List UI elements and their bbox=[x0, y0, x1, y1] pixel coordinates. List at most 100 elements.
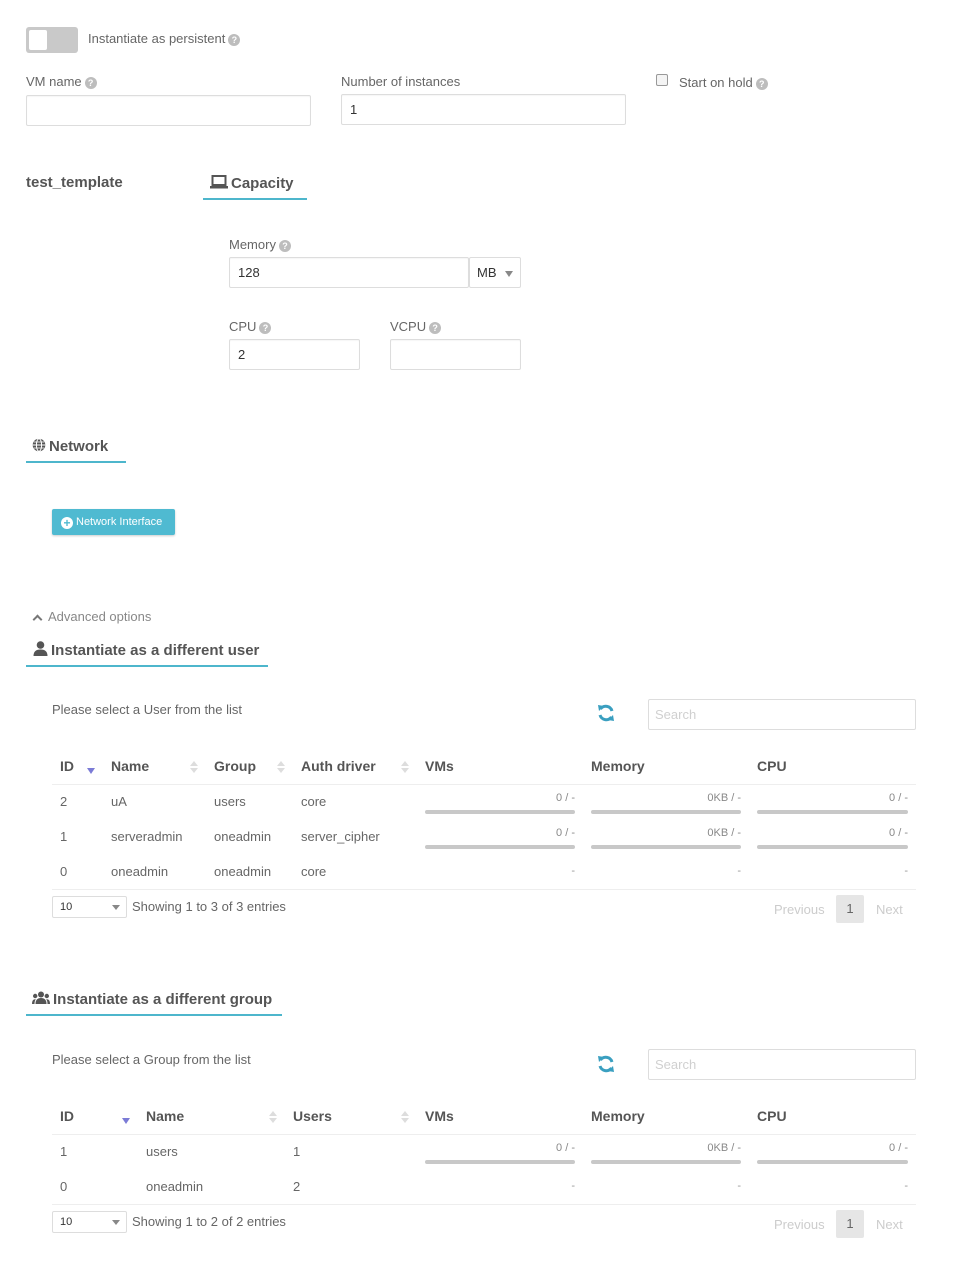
memory-quota-cell: 0KB / - bbox=[583, 819, 749, 854]
user-next-button[interactable]: Next bbox=[876, 902, 903, 917]
column-header-label: Auth driver bbox=[301, 757, 376, 774]
instances-label: Number of instances bbox=[341, 74, 461, 89]
column-header-id[interactable]: ID bbox=[52, 1098, 138, 1135]
sort-icon bbox=[190, 761, 198, 773]
column-header-label: ID bbox=[60, 1107, 74, 1124]
name-cell: oneadmin bbox=[138, 1169, 285, 1205]
cpu-quota-cell: 0 / - bbox=[749, 819, 916, 854]
capacity-title: Capacity bbox=[203, 175, 307, 200]
group-page-1-button[interactable]: 1 bbox=[836, 1210, 864, 1238]
user-search-input[interactable] bbox=[648, 699, 916, 730]
start-on-hold-label: Start on hold? bbox=[679, 75, 768, 90]
cpu-quota-cell: 0 / - bbox=[749, 784, 916, 819]
group-table-info: Showing 1 to 2 of 2 entries bbox=[132, 1214, 286, 1229]
column-header-cpu: CPU bbox=[749, 1098, 916, 1135]
cpu-quota-cell: - bbox=[749, 854, 916, 890]
name-cell: oneadmin bbox=[103, 854, 206, 890]
name-cell: serveradmin bbox=[111, 829, 183, 844]
add-network-interface-label: Network Interface bbox=[76, 516, 163, 528]
start-on-hold-text: Start on hold bbox=[679, 75, 753, 90]
help-icon[interactable]: ? bbox=[228, 34, 241, 46]
column-header-label: Group bbox=[214, 757, 256, 774]
column-header-label: Name bbox=[111, 757, 150, 774]
memory-input[interactable] bbox=[229, 257, 469, 288]
column-header-label: ID bbox=[60, 757, 74, 774]
laptop-icon bbox=[210, 175, 228, 189]
instances-input[interactable] bbox=[341, 94, 626, 125]
cpu-quota-text: 0 / - bbox=[889, 1141, 908, 1154]
help-icon[interactable]: ? bbox=[259, 322, 272, 334]
add-network-interface-button[interactable]: + Network Interface bbox=[52, 509, 175, 535]
group-page-size-select[interactable]: 10 bbox=[52, 1211, 127, 1233]
persistent-label: Instantiate as persistent? bbox=[88, 31, 241, 46]
name-cell: uA bbox=[111, 794, 127, 810]
vms-quota-bar bbox=[425, 1159, 575, 1164]
column-header-memory: Memory bbox=[583, 748, 749, 785]
groups-table: ID Name Users VMs Memory CPU 1 users 1 0 / … bbox=[52, 1098, 916, 1205]
vm-name-input[interactable] bbox=[26, 95, 311, 126]
persistent-toggle[interactable] bbox=[26, 27, 78, 53]
page-size-value: 10 bbox=[60, 1216, 73, 1228]
column-header-auth-driver[interactable]: Auth driver bbox=[293, 748, 417, 785]
column-header-label: Memory bbox=[591, 1107, 645, 1124]
sort-icon bbox=[401, 761, 409, 773]
refresh-icon[interactable] bbox=[596, 1054, 616, 1074]
column-header-group[interactable]: Group bbox=[206, 748, 293, 785]
group-search-input[interactable] bbox=[648, 1049, 916, 1080]
user-page-1-button[interactable]: 1 bbox=[836, 895, 864, 923]
column-header-vms: VMs bbox=[417, 748, 583, 785]
users-icon bbox=[32, 991, 50, 1004]
different-group-title: Instantiate as a different group bbox=[26, 991, 282, 1016]
help-icon[interactable]: ? bbox=[278, 240, 291, 252]
auth-cell: core bbox=[301, 794, 327, 810]
memory-label: Memory? bbox=[229, 237, 291, 252]
id-cell: 0 bbox=[52, 1169, 138, 1205]
column-header-users[interactable]: Users bbox=[285, 1098, 417, 1135]
advanced-options-toggle[interactable]: Advanced options bbox=[32, 609, 152, 625]
table-row[interactable]: 0 oneadmin oneadmin core - - - bbox=[52, 854, 916, 890]
vms-quota-cell: - bbox=[417, 854, 583, 890]
memory-quota-text: - bbox=[737, 865, 741, 878]
group-next-button[interactable]: Next bbox=[876, 1217, 903, 1232]
cpu-quota-text: - bbox=[904, 1180, 908, 1193]
help-icon[interactable]: ? bbox=[755, 78, 768, 90]
cpu-label: CPU? bbox=[229, 319, 272, 334]
column-header-id[interactable]: ID bbox=[52, 748, 103, 785]
advanced-options-label: Advanced options bbox=[48, 609, 152, 624]
table-row[interactable]: 1 users 1 0 / - 0KB / - 0 / - bbox=[52, 1134, 916, 1169]
column-header-label: Memory bbox=[591, 757, 645, 774]
cpu-quota-bar bbox=[757, 1159, 908, 1164]
different-user-title-text: Instantiate as a different user bbox=[51, 642, 260, 659]
table-row[interactable]: 1 serveradmin oneadmin server_cipher 0 / - 0K… bbox=[52, 819, 916, 854]
vms-quota-bar bbox=[425, 809, 575, 814]
memory-quota-text: 0KB / - bbox=[707, 826, 741, 839]
table-row[interactable]: 2 uA users core 0 / - 0KB / - 0 / - bbox=[52, 784, 916, 819]
memory-quota-text: - bbox=[737, 1180, 741, 1193]
chevron-down-icon bbox=[112, 1220, 120, 1225]
vcpu-input[interactable] bbox=[390, 339, 521, 370]
table-row[interactable]: 0 oneadmin 2 - - - bbox=[52, 1169, 916, 1205]
sort-icon bbox=[277, 761, 285, 773]
help-icon[interactable]: ? bbox=[84, 77, 97, 89]
vm-name-label-text: VM name bbox=[26, 74, 82, 89]
memory-quota-bar bbox=[591, 1159, 741, 1164]
help-icon[interactable]: ? bbox=[429, 322, 442, 334]
group-cell: oneadmin bbox=[214, 829, 272, 844]
column-header-name[interactable]: Name bbox=[138, 1098, 285, 1135]
refresh-icon[interactable] bbox=[596, 703, 616, 723]
name-cell: users bbox=[146, 1144, 178, 1160]
user-page-size-select[interactable]: 10 bbox=[52, 896, 127, 918]
user-previous-button[interactable]: Previous bbox=[774, 902, 825, 917]
sort-icon bbox=[401, 1111, 409, 1123]
column-header-name[interactable]: Name bbox=[103, 748, 206, 785]
group-previous-button[interactable]: Previous bbox=[774, 1217, 825, 1232]
memory-quota-cell: - bbox=[583, 854, 749, 890]
cpu-quota-text: - bbox=[904, 865, 908, 878]
memory-unit-value: MB bbox=[477, 265, 497, 280]
start-on-hold-checkbox[interactable] bbox=[656, 74, 668, 86]
cpu-input[interactable] bbox=[229, 339, 360, 370]
user-select-hint: Please select a User from the list bbox=[52, 702, 243, 717]
vms-quota-text: 0 / - bbox=[556, 791, 575, 804]
cpu-quota-bar bbox=[757, 809, 908, 814]
memory-unit-select[interactable]: MB bbox=[469, 257, 521, 288]
